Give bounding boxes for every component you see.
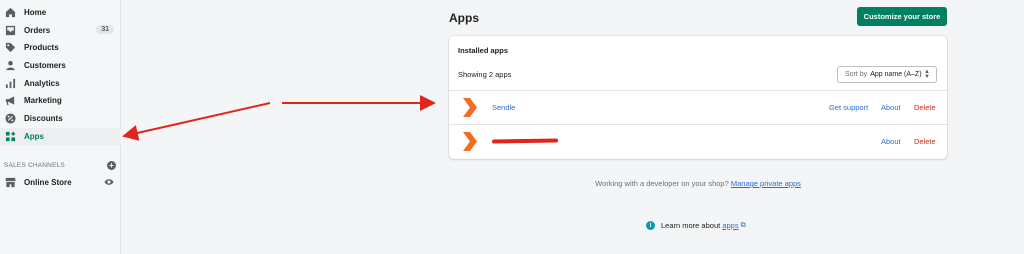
sidebar-item-label: Apps xyxy=(24,132,44,141)
sidebar-item-label: Home xyxy=(24,8,47,17)
sidebar-item-online-store[interactable]: Online Store xyxy=(0,174,121,191)
info-icon: i xyxy=(646,221,655,230)
home-icon xyxy=(4,7,16,19)
sidebar-item-label: Customers xyxy=(24,61,66,70)
sidebar-item-products[interactable]: Products xyxy=(0,39,121,56)
footer-text: Working with a developer on your shop? xyxy=(595,179,729,188)
sidebar-item-label: Products xyxy=(24,43,59,52)
sidebar-item-discounts[interactable]: Discounts xyxy=(0,110,121,127)
sidebar-item-label: Marketing xyxy=(24,96,62,105)
sales-channels-label: SALES CHANNELS xyxy=(4,161,65,169)
app-logo-icon xyxy=(463,132,477,151)
sidebar-item-label: Online Store xyxy=(24,178,72,187)
app-name-link[interactable]: Sendle xyxy=(492,103,515,112)
app-row: About Delete xyxy=(449,124,947,158)
select-chevron-icon: ▲ ▼ xyxy=(924,69,930,80)
get-support-link[interactable]: Get support xyxy=(829,103,868,112)
megaphone-icon xyxy=(4,95,16,107)
external-link-icon: ⧉ xyxy=(740,221,746,229)
sidebar-item-label: Orders xyxy=(24,26,51,35)
discount-icon xyxy=(4,113,16,125)
sidebar-item-marketing[interactable]: Marketing xyxy=(0,92,121,109)
learn-more-text: Learn more about xyxy=(661,221,721,230)
card-title: Installed apps xyxy=(458,46,509,55)
manage-private-apps-link[interactable]: Manage private apps xyxy=(731,179,801,188)
sidebar-item-label: Analytics xyxy=(24,79,60,88)
about-link[interactable]: About xyxy=(881,103,901,112)
sidebar-item-home[interactable]: Home xyxy=(0,4,121,21)
about-link[interactable]: About xyxy=(881,137,901,146)
sidebar-item-label: Discounts xyxy=(24,114,63,123)
customize-store-button[interactable]: Customize your store xyxy=(857,7,947,26)
app-row: Sendle Get support About Delete xyxy=(449,90,947,124)
orders-count-badge: 31 xyxy=(96,25,114,34)
store-icon xyxy=(4,177,16,189)
sidebar: Home Orders 31 Products Customers Analyt… xyxy=(0,0,121,254)
apps-icon xyxy=(4,131,16,143)
delete-link[interactable]: Delete xyxy=(914,103,936,112)
sidebar-item-analytics[interactable]: Analytics xyxy=(0,75,121,92)
sort-value: App name (A–Z) xyxy=(870,71,922,78)
apps-count-text: Showing 2 apps xyxy=(458,70,512,79)
sidebar-item-customers[interactable]: Customers xyxy=(0,57,121,74)
add-sales-channel-plus-icon[interactable]: + xyxy=(107,160,116,170)
redaction-mark xyxy=(491,138,559,144)
installed-apps-card: Installed apps Showing 2 apps Sort by Ap… xyxy=(449,36,947,159)
sort-prefix: Sort by xyxy=(845,71,868,78)
bar-chart-icon xyxy=(4,78,16,90)
sendle-logo-icon xyxy=(463,98,477,117)
private-apps-footer: Working with a developer on your shop? M… xyxy=(449,179,947,188)
person-icon xyxy=(4,60,16,72)
sidebar-item-apps[interactable]: Apps xyxy=(0,128,121,145)
tag-icon xyxy=(4,42,16,54)
arrow-to-apps-nav xyxy=(122,102,271,141)
orders-icon xyxy=(4,25,16,37)
sales-channels-header: SALES CHANNELS + xyxy=(4,159,116,171)
learn-more: i Learn more about apps ⧉ xyxy=(646,221,746,230)
delete-link[interactable]: Delete xyxy=(914,137,936,146)
page-title: Apps xyxy=(449,11,479,25)
learn-more-apps-link[interactable]: apps xyxy=(722,221,738,230)
eye-icon[interactable] xyxy=(104,178,114,186)
sort-select[interactable]: Sort by App name (A–Z) ▲ ▼ xyxy=(837,66,937,83)
sidebar-item-orders[interactable]: Orders 31 xyxy=(0,22,121,39)
